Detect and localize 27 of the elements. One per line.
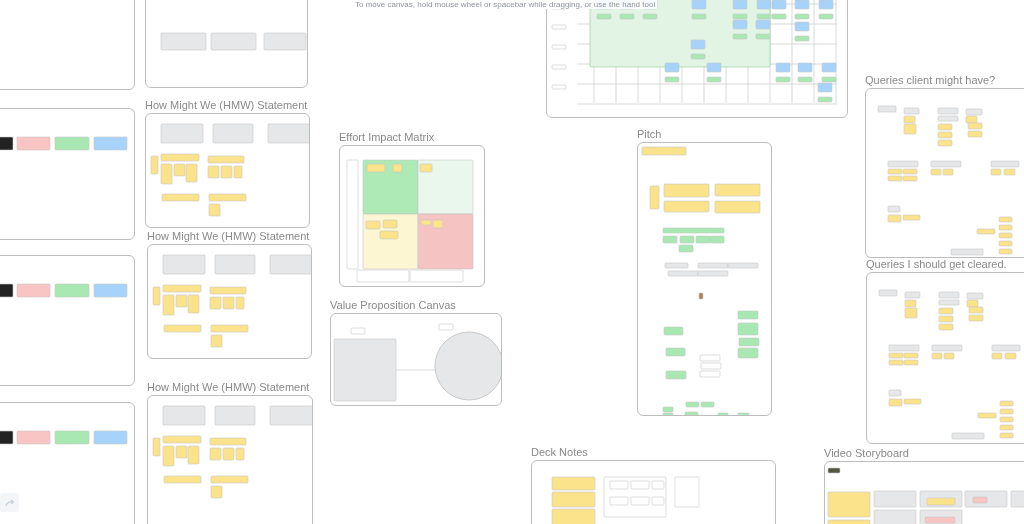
board-frame[interactable] (145, 0, 308, 88)
frame-title: Pitch (637, 127, 662, 141)
board-frame[interactable] (147, 395, 313, 524)
redo-icon (4, 498, 15, 507)
board-frame[interactable] (145, 113, 310, 228)
board-frame[interactable] (0, 0, 135, 90)
board-frame[interactable] (546, 0, 848, 118)
frame-title: How Might We (HMW) Statement (147, 380, 310, 394)
frame-title: Queries I should get cleared. (866, 257, 1007, 271)
board-frame[interactable] (866, 272, 1024, 444)
frame-title: Queries client might have? (865, 73, 996, 87)
canvas-hint: To move canvas, hold mouse wheel or spacebar while dragging, or use the hand tool (353, 0, 658, 9)
redo-button[interactable] (0, 493, 19, 512)
frame-title: Deck Notes (531, 445, 588, 459)
frame-title: How Might We (HMW) Statement (145, 98, 308, 112)
frame-title: Video Storyboard (824, 446, 909, 460)
board-frame[interactable] (147, 244, 312, 359)
board-frame[interactable] (0, 255, 135, 386)
frame-title: Value Proposition Canvas (330, 298, 456, 312)
board-frame[interactable] (865, 88, 1024, 258)
board-frame[interactable] (0, 108, 135, 240)
frame-title: How Might We (HMW) Statement (147, 229, 310, 243)
board-frame[interactable] (339, 145, 485, 287)
board-frame[interactable] (0, 402, 135, 524)
board-frame[interactable] (330, 313, 502, 406)
frame-title: Effort Impact Matrix (339, 130, 435, 144)
board-frame[interactable] (531, 460, 776, 524)
